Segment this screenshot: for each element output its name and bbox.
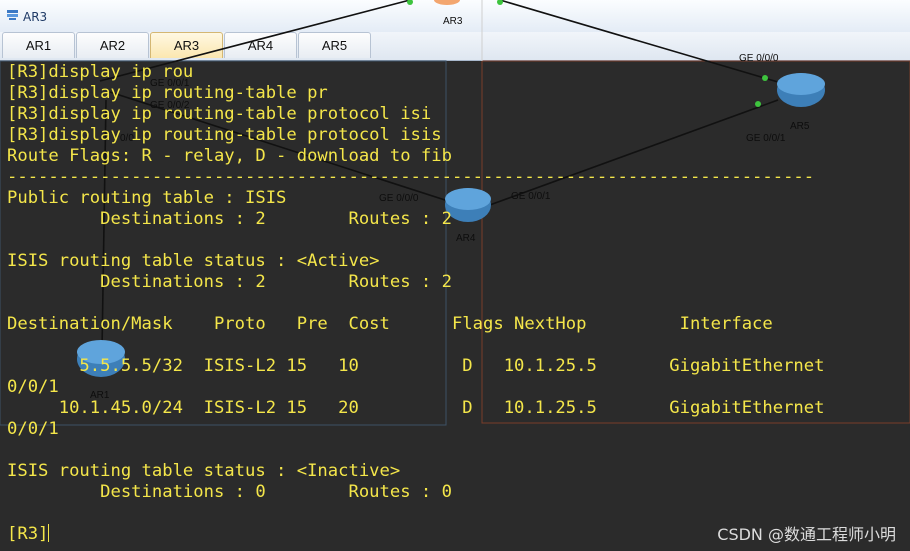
- terminal-line: Destinations : 0 Routes : 0: [7, 482, 452, 502]
- tab-ar1[interactable]: AR1: [2, 32, 75, 58]
- terminal-prompt: [R3]: [7, 524, 49, 544]
- device-tab-bar: AR1 AR2 AR3 AR4 AR5: [0, 32, 910, 61]
- tab-ar5[interactable]: AR5: [298, 32, 371, 58]
- tab-ar2[interactable]: AR2: [76, 32, 149, 58]
- terminal-separator: ----------------------------------------…: [7, 167, 815, 187]
- terminal-line: [R3]display ip rou: [7, 62, 194, 82]
- window-title: AR3: [23, 10, 48, 24]
- terminal-line: [R3]display ip routing-table protocol is…: [7, 125, 442, 145]
- terminal-prompt-line[interactable]: [R3]: [7, 524, 824, 545]
- text-cursor: [48, 524, 50, 542]
- terminal-line: ISIS routing table status : <Active>: [7, 251, 380, 271]
- terminal-line: Route Flags: R - relay, D - download to …: [7, 146, 452, 166]
- route-table-header: Destination/Mask Proto Pre Cost Flags Ne…: [7, 314, 773, 334]
- route-row: 10.1.45.0/24 ISIS-L2 15 20 D 10.1.25.5 G…: [7, 398, 825, 418]
- terminal-line: Public routing table : ISIS: [7, 188, 287, 208]
- terminal-line: Destinations : 2 Routes : 2: [7, 209, 452, 229]
- router-app-icon: [7, 10, 18, 20]
- watermark: CSDN @数通工程师小明: [717, 525, 896, 544]
- route-row-wrap: 0/0/1: [7, 419, 59, 439]
- route-row: 5.5.5.5/32 ISIS-L2 15 10 D 10.1.25.5 Gig…: [7, 356, 825, 376]
- route-row-wrap: 0/0/1: [7, 377, 59, 397]
- terminal-output: [R3]display ip rou [R3]display ip routing…: [7, 62, 824, 545]
- tab-ar4[interactable]: AR4: [224, 32, 297, 58]
- terminal-line: Destinations : 2 Routes : 2: [7, 272, 452, 292]
- window-titlebar: AR3: [0, 0, 910, 32]
- terminal-line: [R3]display ip routing-table pr: [7, 83, 328, 103]
- tab-ar3[interactable]: AR3: [150, 32, 223, 58]
- terminal-line: ISIS routing table status : <Inactive>: [7, 461, 401, 481]
- terminal-line: [R3]display ip routing-table protocol is…: [7, 104, 432, 124]
